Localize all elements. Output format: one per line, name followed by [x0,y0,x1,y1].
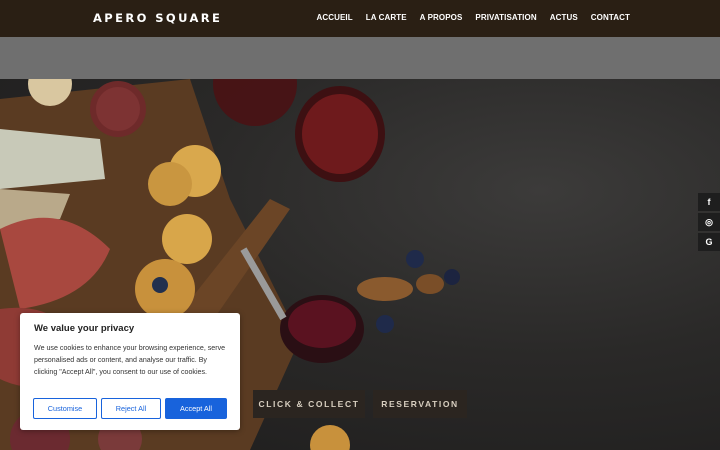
reservation-button[interactable]: RESERVATION [373,390,467,418]
google-icon[interactable]: G [698,233,720,251]
cookie-consent-dialog: We value your privacy We use cookies to … [20,313,240,430]
click-and-collect-button[interactable]: CLICK & COLLECT [253,390,365,418]
cookie-text: We use cookies to enhance your browsing … [34,344,226,376]
top-navigation-bar: APERO SQUARE ACCUEIL LA CARTE A PROPOS P… [0,0,720,37]
nav-contact[interactable]: CONTACT [591,13,630,22]
social-sidebar: f ◎ G [698,193,720,251]
customise-button[interactable]: Customise [33,398,97,419]
cookie-title: We value your privacy [34,323,135,334]
nav-privatisation[interactable]: PRIVATISATION [475,13,536,22]
nav-actus[interactable]: ACTUS [550,13,578,22]
header-spacer-band [0,37,720,79]
facebook-icon[interactable]: f [698,193,720,211]
main-nav: ACCUEIL LA CARTE A PROPOS PRIVATISATION … [303,13,630,22]
accept-all-button[interactable]: Accept All [165,398,227,419]
site-logo[interactable]: APERO SQUARE [93,11,222,25]
instagram-icon[interactable]: ◎ [698,213,720,231]
nav-la-carte[interactable]: LA CARTE [366,13,407,22]
reject-all-button[interactable]: Reject All [101,398,161,419]
nav-a-propos[interactable]: A PROPOS [420,13,463,22]
nav-accueil[interactable]: ACCUEIL [316,13,352,22]
